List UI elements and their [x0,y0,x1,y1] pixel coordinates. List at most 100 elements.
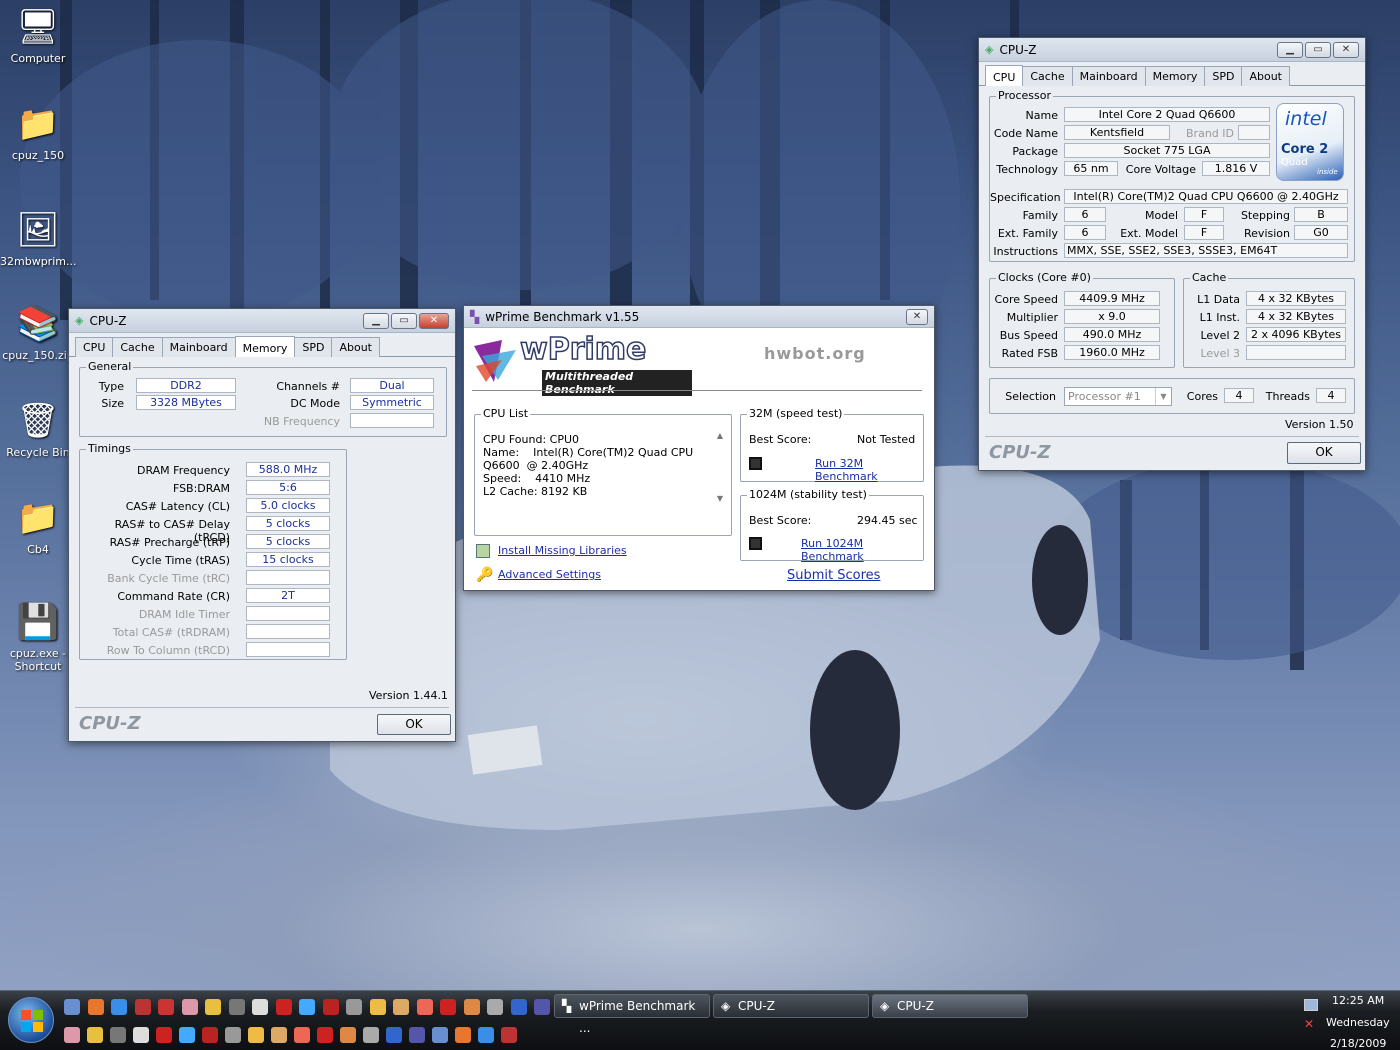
advanced-settings-link[interactable]: Advanced Settings [498,568,601,581]
quick-launch-icon[interactable] [225,1027,241,1043]
minimize-button[interactable]: ▁ [1277,41,1303,58]
tab-cpu[interactable]: CPU [985,65,1024,86]
submit-scores-link[interactable]: Submit Scores [787,568,880,583]
quick-launch-icon[interactable] [275,999,292,1015]
desktop-icon-0[interactable]: 🖥 Computer [0,5,76,65]
desktop-icon-label: Cb4 [27,543,49,556]
quick-launch-icon[interactable] [455,1027,471,1043]
quick-launch-icon[interactable] [322,999,339,1015]
maximize-button[interactable]: ▭ [391,312,417,329]
tab-mainboard[interactable]: Mainboard [1071,66,1146,86]
tab-cpu[interactable]: CPU [75,337,114,357]
ok-button[interactable]: OK [1287,442,1361,464]
quick-launch-icon[interactable] [87,1027,103,1043]
network-icon[interactable] [1304,999,1318,1011]
minimize-button[interactable]: ▁ [363,312,389,329]
tab-memory[interactable]: Memory [1144,66,1206,86]
tab-spd[interactable]: SPD [294,337,333,357]
volume-muted-icon[interactable]: ✕ [1304,1017,1314,1031]
speed-test-title: 32M (speed test) [747,407,845,420]
version-label: Version 1.50 [1285,418,1354,431]
quick-launch-icon[interactable] [534,999,550,1015]
speed-test-group: 32M (speed test) Best Score: Not Tested … [740,407,924,483]
cpu-list-scrollbar[interactable]: ▲ ▼ [715,431,725,527]
quick-launch-icon[interactable] [64,999,80,1015]
start-button[interactable] [8,997,54,1043]
quick-launch-icon[interactable] [111,999,127,1015]
quick-launch-icon[interactable] [202,1027,218,1043]
quick-launch-icon[interactable] [409,1027,425,1043]
cpuz-memory-titlebar[interactable]: ◈ CPU-Z ▁ ▭ ✕ [69,309,455,333]
quick-launch-icon[interactable] [432,1027,448,1043]
quick-launch-icon[interactable] [487,999,503,1015]
tab-memory[interactable]: Memory [234,336,296,357]
quick-launch-icon[interactable] [346,999,362,1015]
taskbar-button[interactable]: ◈ CPU-Z [713,994,869,1018]
l1-data-label: L1 Data [1197,293,1240,306]
tab-spd[interactable]: SPD [1204,66,1243,86]
quick-launch-icon[interactable] [386,1027,402,1043]
close-button[interactable]: ✕ [906,308,928,325]
quick-launch-icon[interactable] [64,1027,80,1043]
hwbot-logo[interactable]: hwbot.org [764,344,866,363]
system-tray: ✕ 12:25 AM Wednesday 2/18/2009 [1298,993,1400,1050]
tab-about[interactable]: About [1241,66,1290,86]
selection-label: Selection [1005,390,1056,403]
quick-launch-icon[interactable] [363,1027,379,1043]
quick-launch-icon[interactable] [416,999,433,1015]
quick-launch-icon[interactable] [340,1027,356,1043]
cpu-list[interactable]: CPU Found: CPU0 Name: Intel(R) Core(TM)2 … [483,433,703,498]
clock-day[interactable]: Wednesday [1326,1016,1390,1029]
quick-launch-icon[interactable] [440,999,456,1015]
tab-about[interactable]: About [331,337,380,357]
clock-time[interactable]: 12:25 AM [1332,994,1384,1007]
quick-launch-icon[interactable] [271,1027,287,1043]
quick-launch-icon[interactable] [228,999,245,1015]
wprime-titlebar[interactable]: ▚ wPrime Benchmark v1.55 ✕ [464,306,934,328]
code-name-value: Kentsfield [1064,125,1170,140]
quick-launch-icon[interactable] [299,999,315,1015]
run-32m-link[interactable]: Run 32M Benchmark [815,457,923,483]
quick-launch-icon[interactable] [205,999,221,1015]
quick-launch-icon[interactable] [181,999,198,1015]
install-libraries-link[interactable]: Install Missing Libraries [498,544,627,557]
maximize-button[interactable]: ▭ [1305,41,1331,58]
quick-launch-icon[interactable] [478,1027,494,1043]
quick-launch-icon[interactable] [110,1027,126,1043]
dc-mode-value: Symmetric [350,395,434,410]
quick-launch-icon[interactable] [134,999,151,1015]
quick-launch-icon[interactable] [501,1027,517,1043]
quick-launch-icon[interactable] [317,1027,333,1043]
tab-cache[interactable]: Cache [1022,66,1073,86]
tab-mainboard[interactable]: Mainboard [161,337,236,357]
quick-launch-icon[interactable] [369,999,386,1015]
clock-date[interactable]: 2/18/2009 [1330,1037,1386,1050]
quick-launch-icon[interactable] [510,999,527,1015]
quick-launch-icon[interactable] [252,999,268,1015]
cpuz-cpu-titlebar[interactable]: ◈ CPU-Z ▁ ▭ ✕ [979,38,1365,62]
ok-button[interactable]: OK [377,714,451,735]
desktop-icon-3[interactable]: 📚 cpuz_150.zip [0,302,76,362]
quick-launch-icon[interactable] [156,1027,172,1043]
tab-cache[interactable]: Cache [112,337,163,357]
rated-fsb-value: 1960.0 MHz [1064,345,1160,360]
quick-launch-icon[interactable] [248,1027,264,1043]
desktop-icon-6[interactable]: 💾 cpuz.exe - Shortcut [0,600,76,673]
close-button[interactable]: ✕ [419,312,449,329]
quick-launch-icon[interactable] [87,999,104,1015]
quick-launch-icon[interactable] [158,999,174,1015]
taskbar-button[interactable]: ▚ wPrime Benchmark ... [554,994,710,1035]
taskbar-button[interactable]: ◈ CPU-Z [872,994,1028,1018]
quick-launch-icon[interactable] [179,1027,195,1043]
desktop-icon-5[interactable]: 📁 Cb4 [0,496,76,556]
close-button[interactable]: ✕ [1333,41,1359,58]
desktop-icon-4[interactable]: 🗑 Recycle Bin [0,399,76,459]
quick-launch-icon[interactable] [294,1027,310,1043]
quick-launch-icon[interactable] [393,999,409,1015]
processor-select[interactable]: Processor #1 ▼ [1064,387,1172,406]
quick-launch-icon[interactable] [463,999,480,1015]
quick-launch-icon[interactable] [133,1027,149,1043]
desktop-icon-1[interactable]: 📁 cpuz_150 [0,102,76,162]
desktop-icon-2[interactable]: 🖼 32mbwprim... [0,208,76,268]
run-1024m-link[interactable]: Run 1024M Benchmark [801,537,923,563]
